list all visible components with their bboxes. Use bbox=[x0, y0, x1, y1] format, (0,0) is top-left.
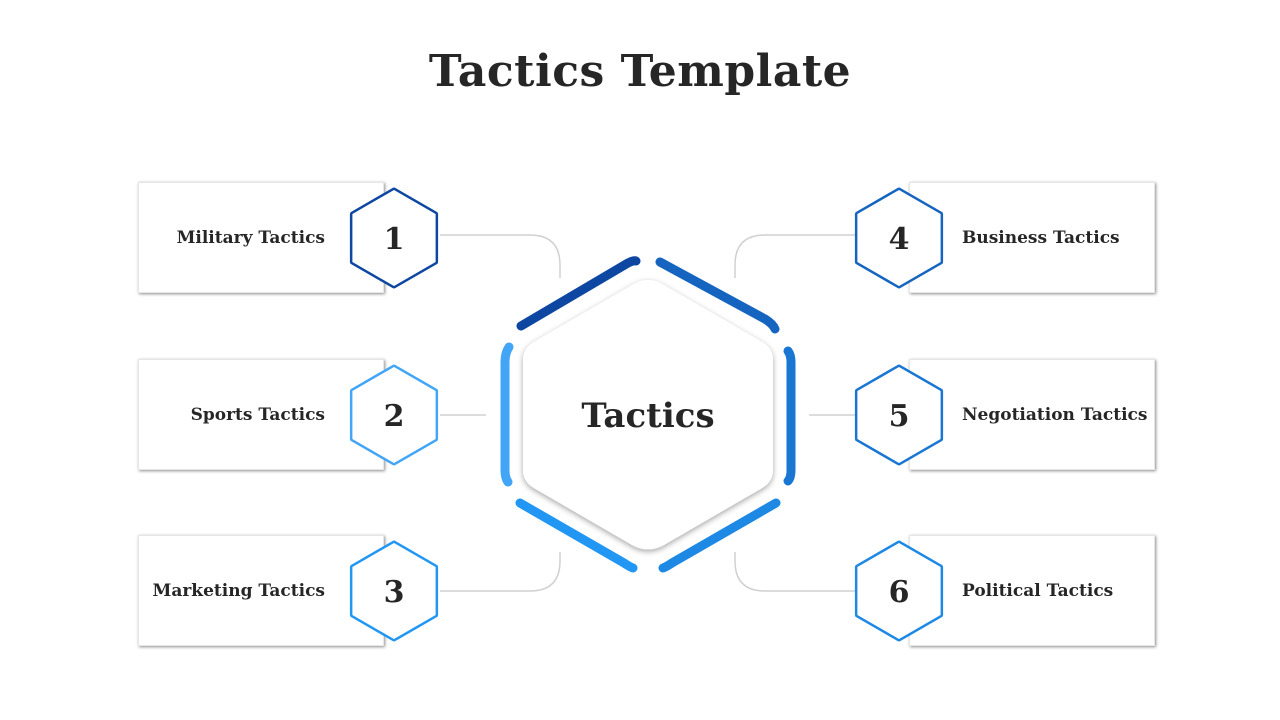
badge-number: 6 bbox=[889, 575, 910, 610]
number-badge-6: 6 bbox=[854, 540, 944, 642]
connector-3 bbox=[440, 552, 561, 592]
connector-4 bbox=[734, 234, 856, 278]
badge-number: 4 bbox=[889, 222, 910, 257]
number-badge-4: 4 bbox=[854, 187, 944, 289]
badge-number: 5 bbox=[889, 399, 910, 434]
ring-segment-right bbox=[783, 346, 796, 486]
number-badge-3: 3 bbox=[349, 540, 439, 642]
connector-6 bbox=[734, 552, 856, 592]
badge-number: 2 bbox=[384, 399, 405, 434]
number-badge-1: 1 bbox=[349, 187, 439, 289]
tactics-diagram: Tactics 1 2 3 4 5 6 bbox=[349, 187, 944, 642]
center-label: Tactics bbox=[581, 396, 714, 436]
badge-number: 3 bbox=[384, 575, 405, 610]
badge-number: 1 bbox=[384, 222, 405, 257]
ring-segment-left bbox=[500, 342, 514, 487]
number-badge-5: 5 bbox=[854, 364, 944, 466]
connector-1 bbox=[440, 234, 561, 278]
number-badge-2: 2 bbox=[349, 364, 439, 466]
